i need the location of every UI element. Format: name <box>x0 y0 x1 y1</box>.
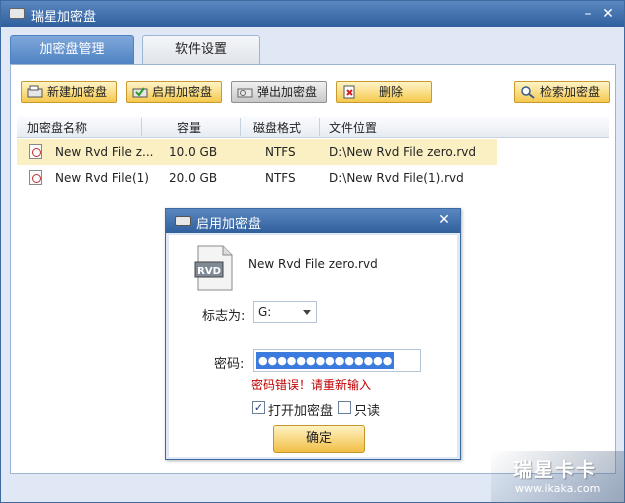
enable-disk-label: 启用加密盘 <box>152 85 213 99</box>
watermark-url: www.ikaka.com <box>515 482 601 495</box>
eject-disk-label: 弹出加密盘 <box>257 85 318 99</box>
column-divider <box>240 118 241 136</box>
enable-disk-icon <box>132 87 148 98</box>
password-label: 密码: <box>214 357 245 372</box>
main-window: 瑞星加密盘 – ✕ 加密盘管理 软件设置 新建加密盘 启用加密盘 弹出加密盘 删… <box>0 0 625 503</box>
column-divider <box>319 118 320 136</box>
delete-icon <box>343 85 355 99</box>
minimize-button[interactable]: – <box>579 5 597 23</box>
row-size: 20.0 GB <box>169 171 218 185</box>
eject-disk-icon <box>237 88 253 98</box>
delete-label: 删除 <box>379 85 404 99</box>
new-disk-icon <box>27 85 43 98</box>
open-disk-checkbox[interactable]: ✓ 打开加密盘 <box>252 400 334 419</box>
watermark-brand: 瑞星卡卡 <box>513 459 598 481</box>
dialog-body: RVD New Rvd File zero.rvd 标志为: G: 密码: ●●… <box>169 235 457 457</box>
tab-settings[interactable]: 软件设置 <box>142 35 260 65</box>
checkbox-checked-icon: ✓ <box>252 401 265 414</box>
drive-letter-value: G: <box>258 305 272 319</box>
password-value: ●●●●●●●●●●●●●● <box>256 352 395 369</box>
row-name: New Rvd File z... <box>55 145 154 159</box>
watermark: 瑞星卡卡 www.ikaka.com <box>491 451 625 503</box>
search-icon <box>521 86 535 99</box>
search-disk-label: 检索加密盘 <box>540 85 601 99</box>
rvd-file-icon <box>29 170 42 185</box>
row-name: New Rvd File(1) <box>55 171 149 185</box>
open-disk-label: 打开加密盘 <box>268 404 334 419</box>
table-row[interactable]: New Rvd File(1) 20.0 GB NTFS D:\New Rvd … <box>17 165 497 191</box>
title-bar: 瑞星加密盘 – ✕ <box>1 1 624 27</box>
drive-icon <box>9 8 25 19</box>
column-divider <box>141 118 142 136</box>
column-header-path[interactable]: 文件位置 <box>329 119 377 136</box>
dialog-title-bar: 启用加密盘 ✕ <box>166 209 460 233</box>
column-header-size[interactable]: 容量 <box>177 119 201 136</box>
column-header-name[interactable]: 加密盘名称 <box>27 119 87 136</box>
rvd-file-icon <box>29 144 42 159</box>
window-title: 瑞星加密盘 <box>31 10 97 25</box>
new-disk-button[interactable]: 新建加密盘 <box>21 81 117 103</box>
column-header-format[interactable]: 磁盘格式 <box>253 119 301 136</box>
checkbox-unchecked-icon <box>338 401 351 414</box>
rvd-icon-text: RVD <box>197 266 221 277</box>
row-path: D:\New Rvd File(1).rvd <box>329 171 464 185</box>
search-disk-button[interactable]: 检索加密盘 <box>514 81 610 103</box>
row-path: D:\New Rvd File zero.rvd <box>329 145 477 159</box>
dialog-close-button[interactable]: ✕ <box>436 212 452 228</box>
ok-button[interactable]: 确定 <box>273 425 365 453</box>
row-format: NTFS <box>265 145 296 159</box>
drive-icon <box>175 216 191 226</box>
enable-disk-button[interactable]: 启用加密盘 <box>126 81 222 103</box>
row-format: NTFS <box>265 171 296 185</box>
enable-disk-dialog: 启用加密盘 ✕ RVD New Rvd File zero.rvd 标志为: G… <box>165 208 461 460</box>
eject-disk-button[interactable]: 弹出加密盘 <box>231 81 327 103</box>
readonly-label: 只读 <box>354 404 381 419</box>
drive-letter-select[interactable]: G: <box>253 301 317 323</box>
drive-letter-label: 标志为: <box>202 309 246 324</box>
file-name: New Rvd File zero.rvd <box>248 257 378 271</box>
delete-button[interactable]: 删除 <box>336 81 432 103</box>
table-header: 加密盘名称 容量 磁盘格式 文件位置 <box>17 116 609 138</box>
chevron-down-icon <box>303 310 311 315</box>
readonly-checkbox[interactable]: 只读 <box>338 400 384 419</box>
close-button[interactable]: ✕ <box>599 5 617 23</box>
rvd-document-icon: RVD <box>194 245 233 291</box>
tab-disk-management[interactable]: 加密盘管理 <box>10 35 134 65</box>
password-field[interactable]: ●●●●●●●●●●●●●● <box>253 349 421 372</box>
row-size: 10.0 GB <box>169 145 218 159</box>
dialog-title: 启用加密盘 <box>196 217 262 232</box>
table-row[interactable]: New Rvd File z... 10.0 GB NTFS D:\New Rv… <box>17 139 497 165</box>
new-disk-label: 新建加密盘 <box>47 85 108 99</box>
error-message: 密码错误！请重新输入 <box>251 378 372 392</box>
